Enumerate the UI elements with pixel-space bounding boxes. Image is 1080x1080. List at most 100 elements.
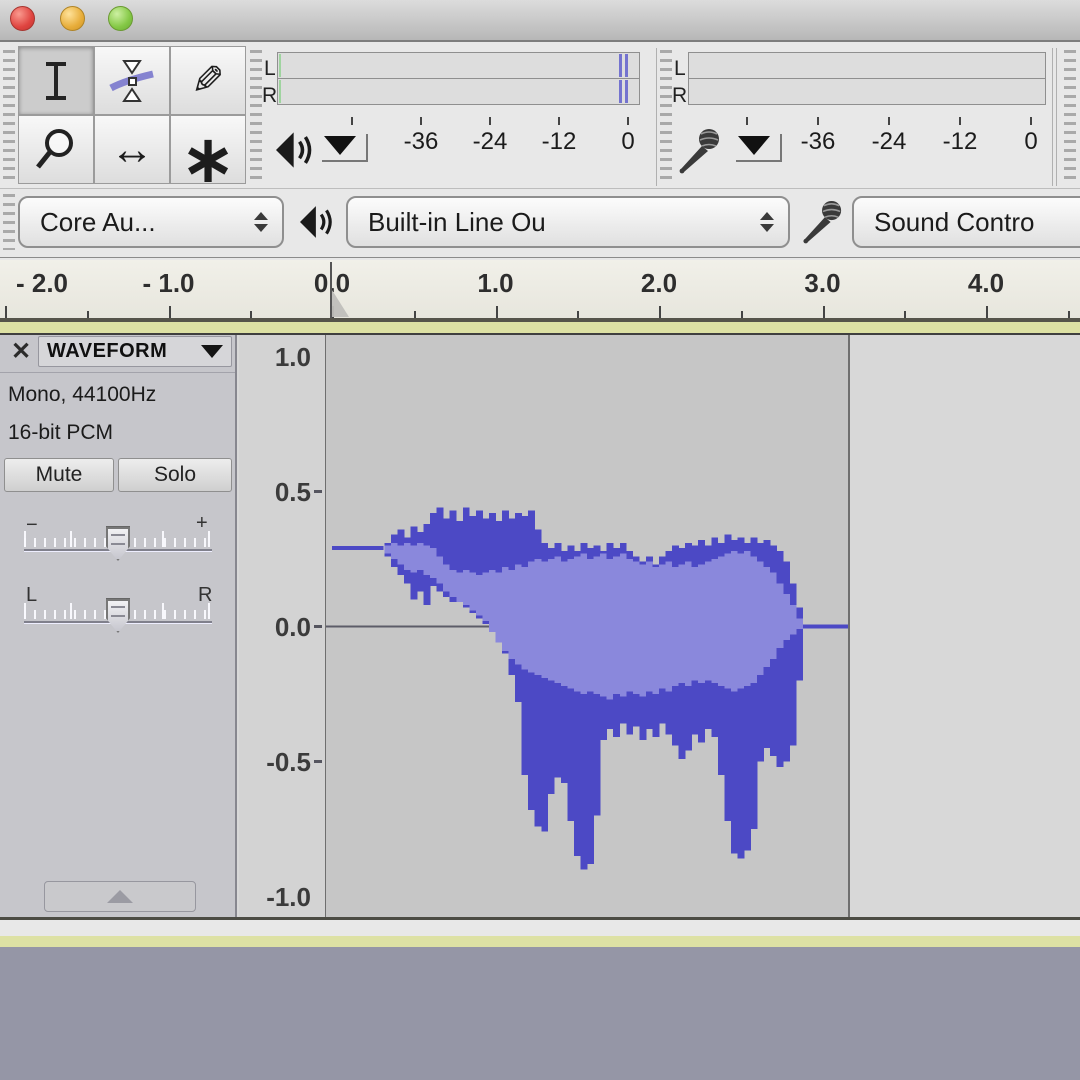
track-format-info: Mono, 44100Hz <box>8 383 156 407</box>
playback-meter-left-label: L <box>264 58 276 79</box>
zoom-tool-button[interactable] <box>18 115 94 184</box>
timeline-tick <box>577 311 579 318</box>
input-device-select[interactable]: Sound Contro <box>852 196 1080 248</box>
waveform[interactable] <box>326 335 849 917</box>
toolbar-separator <box>656 48 657 186</box>
meter-zero-mark <box>279 80 281 103</box>
amplitude-ruler-label: 0.5 <box>275 479 311 505</box>
chevron-down-icon <box>201 345 223 358</box>
meter-scale-label: 0 <box>1024 128 1037 156</box>
workspace-background <box>0 947 1080 1080</box>
recording-meter-dropdown[interactable] <box>736 134 782 162</box>
meter-scale-label: -24 <box>473 128 508 156</box>
timeline-label: 4.0 <box>968 268 1004 299</box>
meter-scale-label: -36 <box>801 128 836 156</box>
playback-peak-indicator <box>619 54 622 77</box>
output-device-value: Built-in Line Ou <box>368 207 546 238</box>
asterisk-icon: ∗ <box>181 127 235 191</box>
meter-scale-label: -36 <box>404 128 439 156</box>
collapse-up-icon <box>107 890 133 903</box>
amplitude-ruler-label: 1.0 <box>275 344 311 370</box>
playback-meter-dropdown[interactable] <box>322 134 368 162</box>
amplitude-ruler-tick <box>314 625 322 628</box>
meter-scale-tick <box>959 117 961 125</box>
speaker-icon <box>300 204 336 240</box>
double-arrow-icon: ↔ <box>110 128 154 172</box>
mute-button[interactable]: Mute <box>4 458 114 492</box>
playback-meter-right-label: R <box>262 85 277 106</box>
meter-scale-label: -24 <box>872 128 907 156</box>
audio-host-value: Core Au... <box>40 207 156 238</box>
chevron-down-icon <box>324 136 356 155</box>
multi-tool-button[interactable]: ∗ <box>170 115 246 184</box>
playback-meter-left-bar[interactable] <box>277 52 640 79</box>
recording-meter-left-label: L <box>674 58 686 79</box>
window-zoom-button[interactable] <box>108 6 133 31</box>
timeline-label: 2.0 <box>641 268 677 299</box>
magnifier-icon <box>33 127 79 173</box>
amplitude-ruler-tick <box>314 760 322 763</box>
timeline-tick <box>741 311 743 318</box>
device-toolbar-grip[interactable] <box>3 194 15 250</box>
solo-button[interactable]: Solo <box>118 458 232 492</box>
next-toolbar-grip[interactable] <box>1064 50 1076 184</box>
amplitude-ruler-tick <box>314 490 322 493</box>
microphone-icon <box>676 126 722 176</box>
window-minimize-button[interactable] <box>60 6 85 31</box>
gain-plus-label: + <box>196 513 208 533</box>
workspace-strip <box>0 936 1080 947</box>
pan-left-label: L <box>26 585 37 605</box>
timeline-tick <box>5 306 7 318</box>
track-control-panel: ✕ WAVEFORM Mono, 44100Hz 16-bit PCM Mute… <box>0 335 237 917</box>
playback-peak-indicator <box>619 80 622 103</box>
meter-scale-tick <box>351 117 353 125</box>
meter-scale-tick <box>746 117 748 125</box>
workspace-strip <box>0 322 1080 333</box>
timeline-tick <box>659 306 661 318</box>
audio-host-select[interactable]: Core Au... <box>18 196 284 248</box>
recording-meter-left-bar[interactable] <box>688 52 1046 79</box>
pan-slider-thumb[interactable] <box>106 598 130 633</box>
track-collapse-button[interactable] <box>44 881 196 912</box>
playback-meter-grip[interactable] <box>250 50 262 184</box>
tools-toolbar-grip[interactable] <box>3 50 15 184</box>
amplitude-ruler-label: -1.0 <box>266 884 311 910</box>
timeline-tick <box>986 306 988 318</box>
track-close-button[interactable]: ✕ <box>6 335 36 367</box>
audacity-window: ✎ ↔ ∗ L R <box>0 0 1080 1080</box>
playback-meter-right-bar[interactable] <box>277 78 640 105</box>
amplitude-ruler-label: -0.5 <box>266 749 311 775</box>
timeline-label: 3.0 <box>804 268 840 299</box>
amplitude-ruler[interactable]: 1.00.50.0-0.5-1.0 <box>239 335 326 917</box>
ibeam-icon <box>34 59 78 103</box>
pencil-icon: ✎ <box>191 61 225 101</box>
meter-scale-label: 0 <box>621 128 634 156</box>
track-title-menu[interactable]: WAVEFORM <box>38 336 232 367</box>
draw-tool-button[interactable]: ✎ <box>170 46 246 115</box>
recording-meter-right-label: R <box>672 85 687 106</box>
timeline-tick <box>169 306 171 318</box>
envelope-tool-button[interactable] <box>94 46 170 115</box>
gain-slider-thumb[interactable] <box>106 526 130 561</box>
recording-meter-right-bar[interactable] <box>688 78 1046 105</box>
track-bitdepth-info: 16-bit PCM <box>8 421 113 445</box>
timeline-ruler[interactable]: - 2.0- 1.00.01.02.03.04.0 <box>0 260 1080 322</box>
audio-track: ✕ WAVEFORM Mono, 44100Hz 16-bit PCM Mute… <box>0 333 1080 920</box>
timeline-tick <box>823 306 825 318</box>
recording-meter-grip[interactable] <box>660 50 672 184</box>
meter-scale-tick <box>420 117 422 125</box>
speaker-icon <box>276 130 316 170</box>
selection-tool-button[interactable] <box>18 46 94 115</box>
output-device-select[interactable]: Built-in Line Ou <box>346 196 790 248</box>
window-close-button[interactable] <box>10 6 35 31</box>
meter-scale-tick <box>888 117 890 125</box>
toolbar-separator <box>1056 48 1057 186</box>
meter-scale-tick <box>627 117 629 125</box>
timeshift-tool-button[interactable]: ↔ <box>94 115 170 184</box>
toolbar-area: ✎ ↔ ∗ L R <box>0 42 1080 260</box>
pan-right-label: R <box>198 585 212 605</box>
microphone-icon <box>800 198 844 246</box>
chevron-down-icon <box>738 136 770 155</box>
timeline-label: - 2.0 <box>16 268 68 299</box>
timeline-tick <box>904 311 906 318</box>
